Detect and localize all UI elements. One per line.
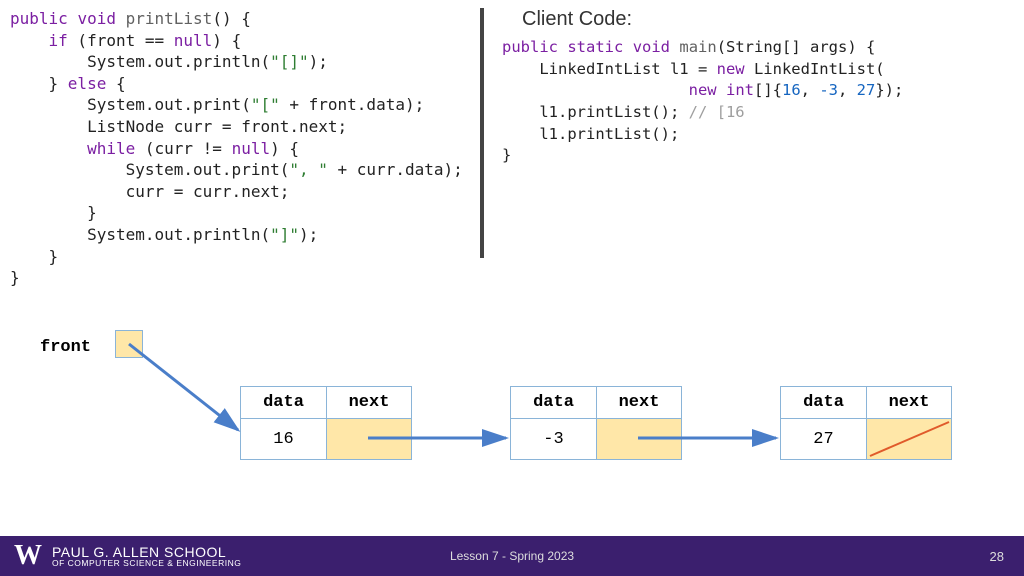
code-token: "]"	[270, 225, 299, 244]
node-value: -3	[511, 419, 596, 459]
linked-list-diagram: front data next 16 data next -3 data nex…	[0, 330, 1024, 490]
code-token: () {	[212, 9, 251, 28]
code-token: public	[10, 9, 68, 28]
left-code-block: public void printList() { if (front == n…	[10, 8, 480, 289]
arrow-front-to-0	[129, 344, 238, 430]
node-next-box	[866, 419, 951, 459]
code-token: }	[10, 74, 68, 93]
code-token: }	[10, 268, 20, 287]
school-main: PAUL G. ALLEN SCHOOL	[52, 545, 241, 559]
code-token: (front ==	[68, 31, 174, 50]
code-token: + curr.data);	[328, 160, 463, 179]
node-header-next: next	[326, 387, 411, 418]
code-token: l1.printList();	[502, 103, 689, 121]
code-token: ) {	[270, 139, 299, 158]
code-token: public	[502, 38, 558, 56]
node-header-data: data	[511, 387, 596, 418]
code-token: System.out.println(	[10, 225, 270, 244]
code-token	[717, 81, 726, 99]
node-next-box	[326, 419, 411, 459]
code-token: LinkedIntList l1 =	[502, 60, 717, 78]
code-token: }	[10, 247, 58, 266]
page-number: 28	[990, 549, 1004, 564]
right-code-block: public static void main(String[] args) {…	[502, 37, 1014, 167]
code-token: static	[567, 38, 623, 56]
code-token: void	[77, 9, 116, 28]
code-token: main	[679, 38, 716, 56]
null-slash-icon	[867, 419, 951, 459]
code-token: -3	[819, 81, 838, 99]
node-value: 16	[241, 419, 326, 459]
school-sub: OF COMPUTER SCIENCE & ENGINEERING	[52, 559, 241, 568]
node-header-data: data	[781, 387, 866, 418]
code-token: if	[49, 31, 68, 50]
code-token: 27	[857, 81, 876, 99]
node-next-box	[596, 419, 681, 459]
code-token: "[]"	[270, 52, 309, 71]
code-token: ) {	[212, 31, 241, 50]
code-token: "["	[251, 95, 280, 114]
code-token: });	[875, 81, 903, 99]
code-token: }	[10, 203, 97, 222]
code-token: printList	[126, 9, 213, 28]
code-token: {	[106, 74, 125, 93]
code-token: curr = curr.next;	[10, 182, 289, 201]
code-token	[502, 81, 689, 99]
code-token: null	[174, 31, 213, 50]
uw-logo-icon: W	[14, 540, 42, 572]
code-token: ListNode curr = front.next;	[10, 117, 347, 136]
right-panel: Client Code: public static void main(Str…	[484, 8, 1014, 289]
code-token: LinkedIntList(	[745, 60, 885, 78]
school-name: PAUL G. ALLEN SCHOOL OF COMPUTER SCIENCE…	[52, 545, 241, 568]
node-header-next: next	[596, 387, 681, 418]
code-token: }	[502, 146, 511, 164]
node-value: 27	[781, 419, 866, 459]
node-header-next: next	[866, 387, 951, 418]
node-0: data next 16	[240, 386, 412, 460]
code-token: new	[717, 60, 745, 78]
slide-footer: W PAUL G. ALLEN SCHOOL OF COMPUTER SCIEN…	[0, 536, 1024, 576]
code-token	[10, 139, 87, 158]
code-token: + front.data);	[280, 95, 425, 114]
slide-content: public void printList() { if (front == n…	[0, 0, 1024, 289]
code-token: );	[309, 52, 328, 71]
code-token: System.out.print(	[10, 160, 289, 179]
client-code-title: Client Code:	[502, 8, 1014, 31]
code-token: int	[726, 81, 754, 99]
code-token: (String[] args) {	[717, 38, 876, 56]
code-token: );	[299, 225, 318, 244]
code-token: // [16	[689, 103, 745, 121]
code-token: System.out.println(	[10, 52, 270, 71]
node-2: data next 27	[780, 386, 952, 460]
front-pointer-box	[115, 330, 143, 358]
lesson-label: Lesson 7 - Spring 2023	[450, 549, 574, 563]
code-token: void	[633, 38, 670, 56]
code-token: while	[87, 139, 135, 158]
node-1: data next -3	[510, 386, 682, 460]
code-token: (curr !=	[135, 139, 231, 158]
code-token: null	[232, 139, 271, 158]
code-token: new	[689, 81, 717, 99]
front-label: front	[40, 338, 91, 357]
code-token: ,	[838, 81, 857, 99]
code-token: ,	[801, 81, 820, 99]
code-token: 16	[782, 81, 801, 99]
node-header-data: data	[241, 387, 326, 418]
code-token: l1.printList();	[502, 125, 679, 143]
code-token: System.out.print(	[10, 95, 251, 114]
code-token: ", "	[289, 160, 328, 179]
code-token: []{	[754, 81, 782, 99]
code-token: else	[68, 74, 107, 93]
